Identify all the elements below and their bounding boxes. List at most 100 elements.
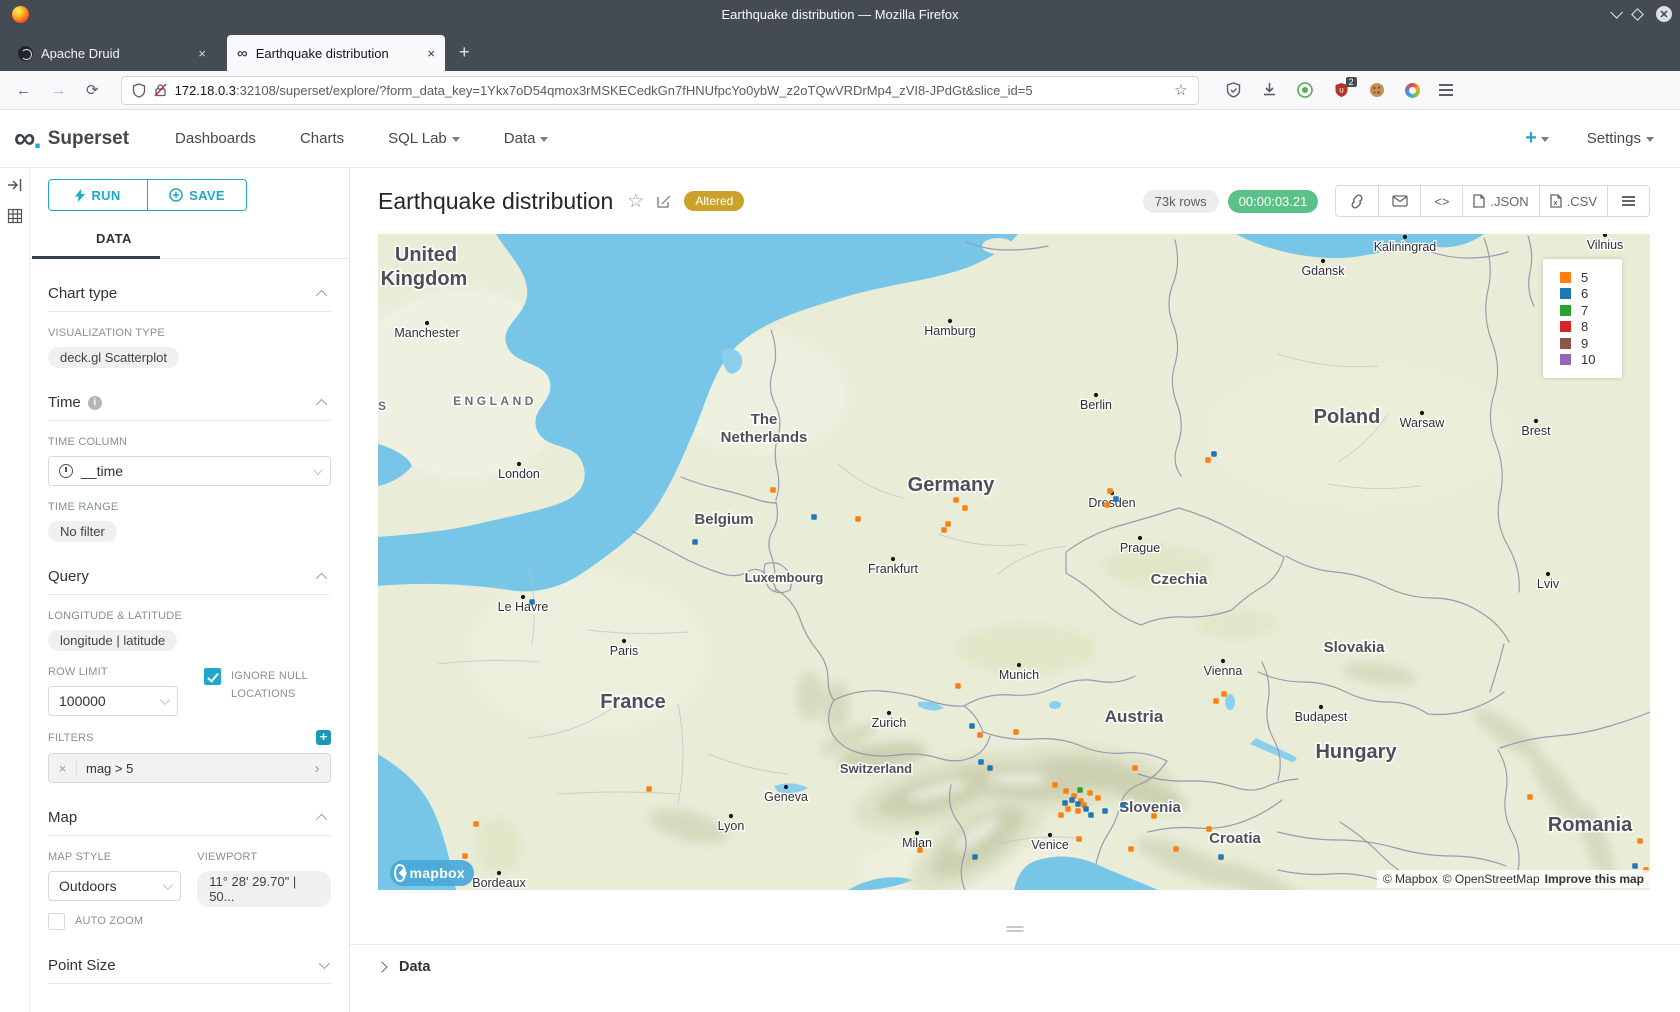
close-icon[interactable]: ✕ <box>1656 6 1672 22</box>
scatter-point[interactable] <box>1063 788 1069 794</box>
scatter-point[interactable] <box>770 487 776 493</box>
collapse-panel-icon[interactable] <box>7 178 23 192</box>
scatter-point[interactable] <box>1173 846 1179 852</box>
mapbox-logo[interactable]: mapbox <box>390 860 474 886</box>
scatter-point[interactable] <box>1052 782 1058 788</box>
share-link-button[interactable] <box>1336 186 1378 216</box>
reload-icon[interactable]: ⟳ <box>86 81 99 99</box>
edit-icon[interactable] <box>656 193 672 209</box>
nav-item-sql-lab[interactable]: SQL Lab <box>388 130 460 147</box>
insecure-lock-icon[interactable] <box>154 83 167 97</box>
url-text[interactable]: 172.18.0.3:32108/superset/explore/?form_… <box>175 83 1167 98</box>
row-limit-select[interactable]: 100000 <box>48 686 178 716</box>
scatter-point[interactable] <box>1077 787 1083 793</box>
downloads-icon[interactable] <box>1261 82 1278 99</box>
scatter-point[interactable] <box>1221 691 1227 697</box>
extension-pinwheel-icon[interactable] <box>1405 83 1420 98</box>
scatter-point[interactable] <box>1095 795 1101 801</box>
scatter-point[interactable] <box>955 683 961 689</box>
improve-map-link[interactable]: Improve this map <box>1545 872 1644 886</box>
scatter-point[interactable] <box>978 759 984 765</box>
scatter-point[interactable] <box>972 854 978 860</box>
favorite-star-icon[interactable]: ☆ <box>627 190 644 213</box>
scatter-point[interactable] <box>1206 826 1212 832</box>
auto-zoom-checkbox[interactable] <box>48 913 65 930</box>
new-tab-button[interactable]: + <box>459 42 470 63</box>
extension-ghostery-icon[interactable] <box>1297 82 1314 99</box>
maximize-icon[interactable] <box>1631 8 1644 21</box>
scatter-point[interactable] <box>855 516 861 522</box>
nav-item-data[interactable]: Data <box>504 130 549 147</box>
tab-apache-druid[interactable]: Apache Druid × <box>8 35 216 71</box>
scatter-point[interactable] <box>462 853 468 859</box>
scatter-point[interactable] <box>1076 836 1082 842</box>
scatter-point[interactable] <box>1113 496 1119 502</box>
panel-drag-handle[interactable] <box>1007 926 1024 932</box>
bookmark-star-icon[interactable]: ☆ <box>1174 81 1187 99</box>
section-time[interactable]: Timei <box>48 394 331 421</box>
chevron-right-icon[interactable]: › <box>304 760 330 777</box>
scatter-point[interactable] <box>692 539 698 545</box>
section-query[interactable]: Query <box>48 568 331 595</box>
osm-attribution-link[interactable]: © OpenStreetMap <box>1443 872 1540 886</box>
scatter-point[interactable] <box>1632 863 1638 869</box>
embed-code-button[interactable]: <> <box>1420 186 1462 216</box>
mapbox-attribution-link[interactable]: © Mapbox <box>1383 872 1438 886</box>
nav-item-dashboards[interactable]: Dashboards <box>175 130 256 147</box>
minimize-icon[interactable] <box>1610 6 1623 19</box>
tab-earthquake-distribution[interactable]: ∞ Earthquake distribution × <box>227 35 445 71</box>
scatter-point[interactable] <box>1075 808 1081 814</box>
nav-item-charts[interactable]: Charts <box>300 130 344 147</box>
tab-close-icon[interactable]: × <box>198 46 206 61</box>
deckgl-map[interactable]: UnitedKingdomENGLANDESTheNetherlandsBelg… <box>378 234 1650 890</box>
email-button[interactable] <box>1378 186 1420 216</box>
new-item-button[interactable]: + <box>1525 127 1549 150</box>
extension-ublock-icon[interactable]: u 2 <box>1333 82 1350 99</box>
scatter-point[interactable] <box>1058 812 1064 818</box>
scatter-point[interactable] <box>1083 806 1089 812</box>
lonlat-value[interactable]: longitude | latitude <box>48 630 177 651</box>
menu-icon[interactable] <box>1439 84 1453 95</box>
scatter-point[interactable] <box>969 723 975 729</box>
scatter-point[interactable] <box>1205 457 1211 463</box>
scatter-point[interactable] <box>1104 502 1110 508</box>
scatter-point[interactable] <box>1107 488 1113 494</box>
run-button[interactable]: RUN <box>49 180 148 210</box>
scatter-point[interactable] <box>1013 729 1019 735</box>
scatter-point[interactable] <box>1637 838 1643 844</box>
scatter-point[interactable] <box>1120 802 1126 808</box>
export-csv-button[interactable]: .CSV <box>1539 186 1607 216</box>
add-filter-button[interactable]: + <box>316 730 331 745</box>
superset-brand[interactable]: ∞. Superset <box>14 124 129 154</box>
scatter-point[interactable] <box>962 505 968 511</box>
section-chart-type[interactable]: Chart type <box>48 285 331 312</box>
url-field[interactable]: 172.18.0.3:32108/superset/explore/?form_… <box>121 76 1199 105</box>
tracking-shield-icon[interactable] <box>132 83 146 98</box>
scatter-point[interactable] <box>1211 451 1217 457</box>
scatter-point[interactable] <box>941 527 947 533</box>
tab-data[interactable]: DATA <box>96 231 132 246</box>
tab-close-icon[interactable]: × <box>427 46 435 61</box>
save-button[interactable]: SAVE <box>148 180 246 210</box>
viz-type-value[interactable]: deck.gl Scatterplot <box>48 347 179 368</box>
ignore-null-checkbox[interactable] <box>204 668 221 685</box>
scatter-point[interactable] <box>945 521 951 527</box>
time-range-value[interactable]: No filter <box>48 521 117 542</box>
scatter-point[interactable] <box>1075 801 1081 807</box>
scatter-point[interactable] <box>1128 846 1134 852</box>
section-map[interactable]: Map <box>48 809 331 836</box>
protections-shield-icon[interactable] <box>1225 82 1242 99</box>
section-point-size[interactable]: Point Size <box>48 957 331 984</box>
scatter-point[interactable] <box>1151 813 1157 819</box>
export-json-button[interactable]: .JSON <box>1462 186 1538 216</box>
back-icon[interactable]: ← <box>16 82 31 99</box>
scatter-point[interactable] <box>1102 808 1108 814</box>
scatter-point[interactable] <box>646 786 652 792</box>
scatter-point[interactable] <box>1088 812 1094 818</box>
scatter-point[interactable] <box>1065 806 1071 812</box>
scatter-point[interactable] <box>987 765 993 771</box>
scatter-point[interactable] <box>1213 698 1219 704</box>
scatter-point[interactable] <box>529 599 535 605</box>
viewport-value[interactable]: 11° 28' 29.70" | 50... <box>197 871 331 907</box>
dataset-grid-icon[interactable] <box>7 208 23 224</box>
